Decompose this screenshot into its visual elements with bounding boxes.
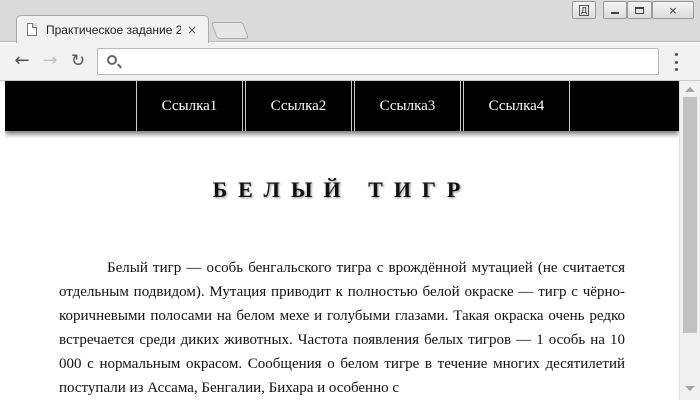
address-input[interactable] <box>126 52 646 71</box>
maximize-button[interactable] <box>627 1 652 19</box>
menu-dots-icon[interactable] <box>672 53 680 71</box>
browser-toolbar: ← → ↻ <box>0 43 700 81</box>
profile-button[interactable]: Д <box>572 1 596 19</box>
site-navigation: Ссылка1 Ссылка2 Ссылка3 Ссылка4 <box>5 81 679 131</box>
address-bar[interactable] <box>97 48 659 75</box>
article-paragraph: Белый тигр — особь бенгальского тигра с … <box>59 260 625 396</box>
nav-link-1[interactable]: Ссылка1 <box>136 81 243 131</box>
reload-icon[interactable]: ↻ <box>66 49 90 73</box>
forward-arrow-icon[interactable]: → <box>38 49 62 73</box>
nav-link-3[interactable]: Ссылка3 <box>354 81 461 131</box>
browser-tab-active[interactable]: Практическое задание 26 × <box>16 15 209 43</box>
page-scrollbar[interactable] <box>679 81 700 400</box>
new-tab-button[interactable] <box>210 22 250 39</box>
window-close-icon: × <box>668 3 678 17</box>
nav-link-2[interactable]: Ссылка2 <box>245 81 352 131</box>
browser-titlebar: Практическое задание 26 × Д × <box>0 0 700 43</box>
scroll-down-icon[interactable] <box>685 386 695 391</box>
maximize-icon <box>635 6 644 14</box>
search-icon <box>107 55 117 65</box>
scroll-up-icon[interactable] <box>685 87 695 92</box>
minimize-icon <box>611 11 619 14</box>
scroll-thumb[interactable] <box>683 97 697 333</box>
minimize-button[interactable] <box>603 1 627 19</box>
back-arrow-icon[interactable]: ← <box>10 49 34 73</box>
profile-label: Д <box>578 4 590 16</box>
page-viewport: Ссылка1 Ссылка2 Ссылка3 Ссылка4 БЕЛЫЙ ТИ… <box>5 81 679 400</box>
page-icon <box>27 23 37 36</box>
close-icon[interactable]: × <box>187 23 197 37</box>
nav-link-4[interactable]: Ссылка4 <box>463 81 570 131</box>
tab-title: Практическое задание 26 <box>46 22 181 37</box>
window-close-button[interactable]: × <box>652 1 694 19</box>
page-title: БЕЛЫЙ ТИГР <box>212 177 472 202</box>
